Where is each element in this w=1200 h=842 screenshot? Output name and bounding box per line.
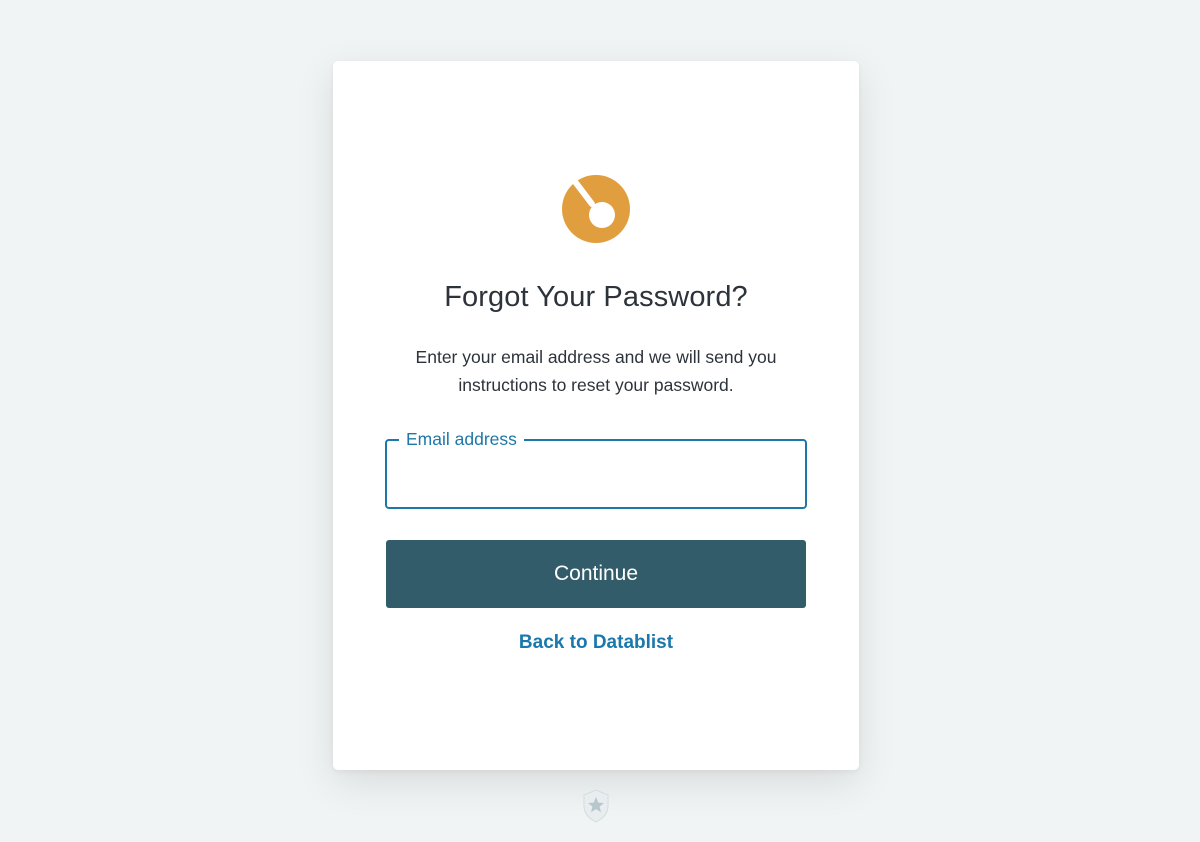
page-title: Forgot Your Password? bbox=[444, 281, 748, 313]
email-input[interactable] bbox=[387, 441, 805, 507]
email-field[interactable]: Email address bbox=[385, 429, 807, 509]
back-to-datablist-link[interactable]: Back to Datablist bbox=[333, 632, 859, 654]
reset-password-card: Forgot Your Password? Enter your email a… bbox=[333, 61, 859, 770]
datablist-logo-icon bbox=[562, 175, 630, 243]
instructions-text: Enter your email address and we will sen… bbox=[415, 347, 777, 395]
continue-button[interactable]: Continue bbox=[386, 540, 806, 608]
auth0-shield-icon bbox=[583, 789, 609, 823]
